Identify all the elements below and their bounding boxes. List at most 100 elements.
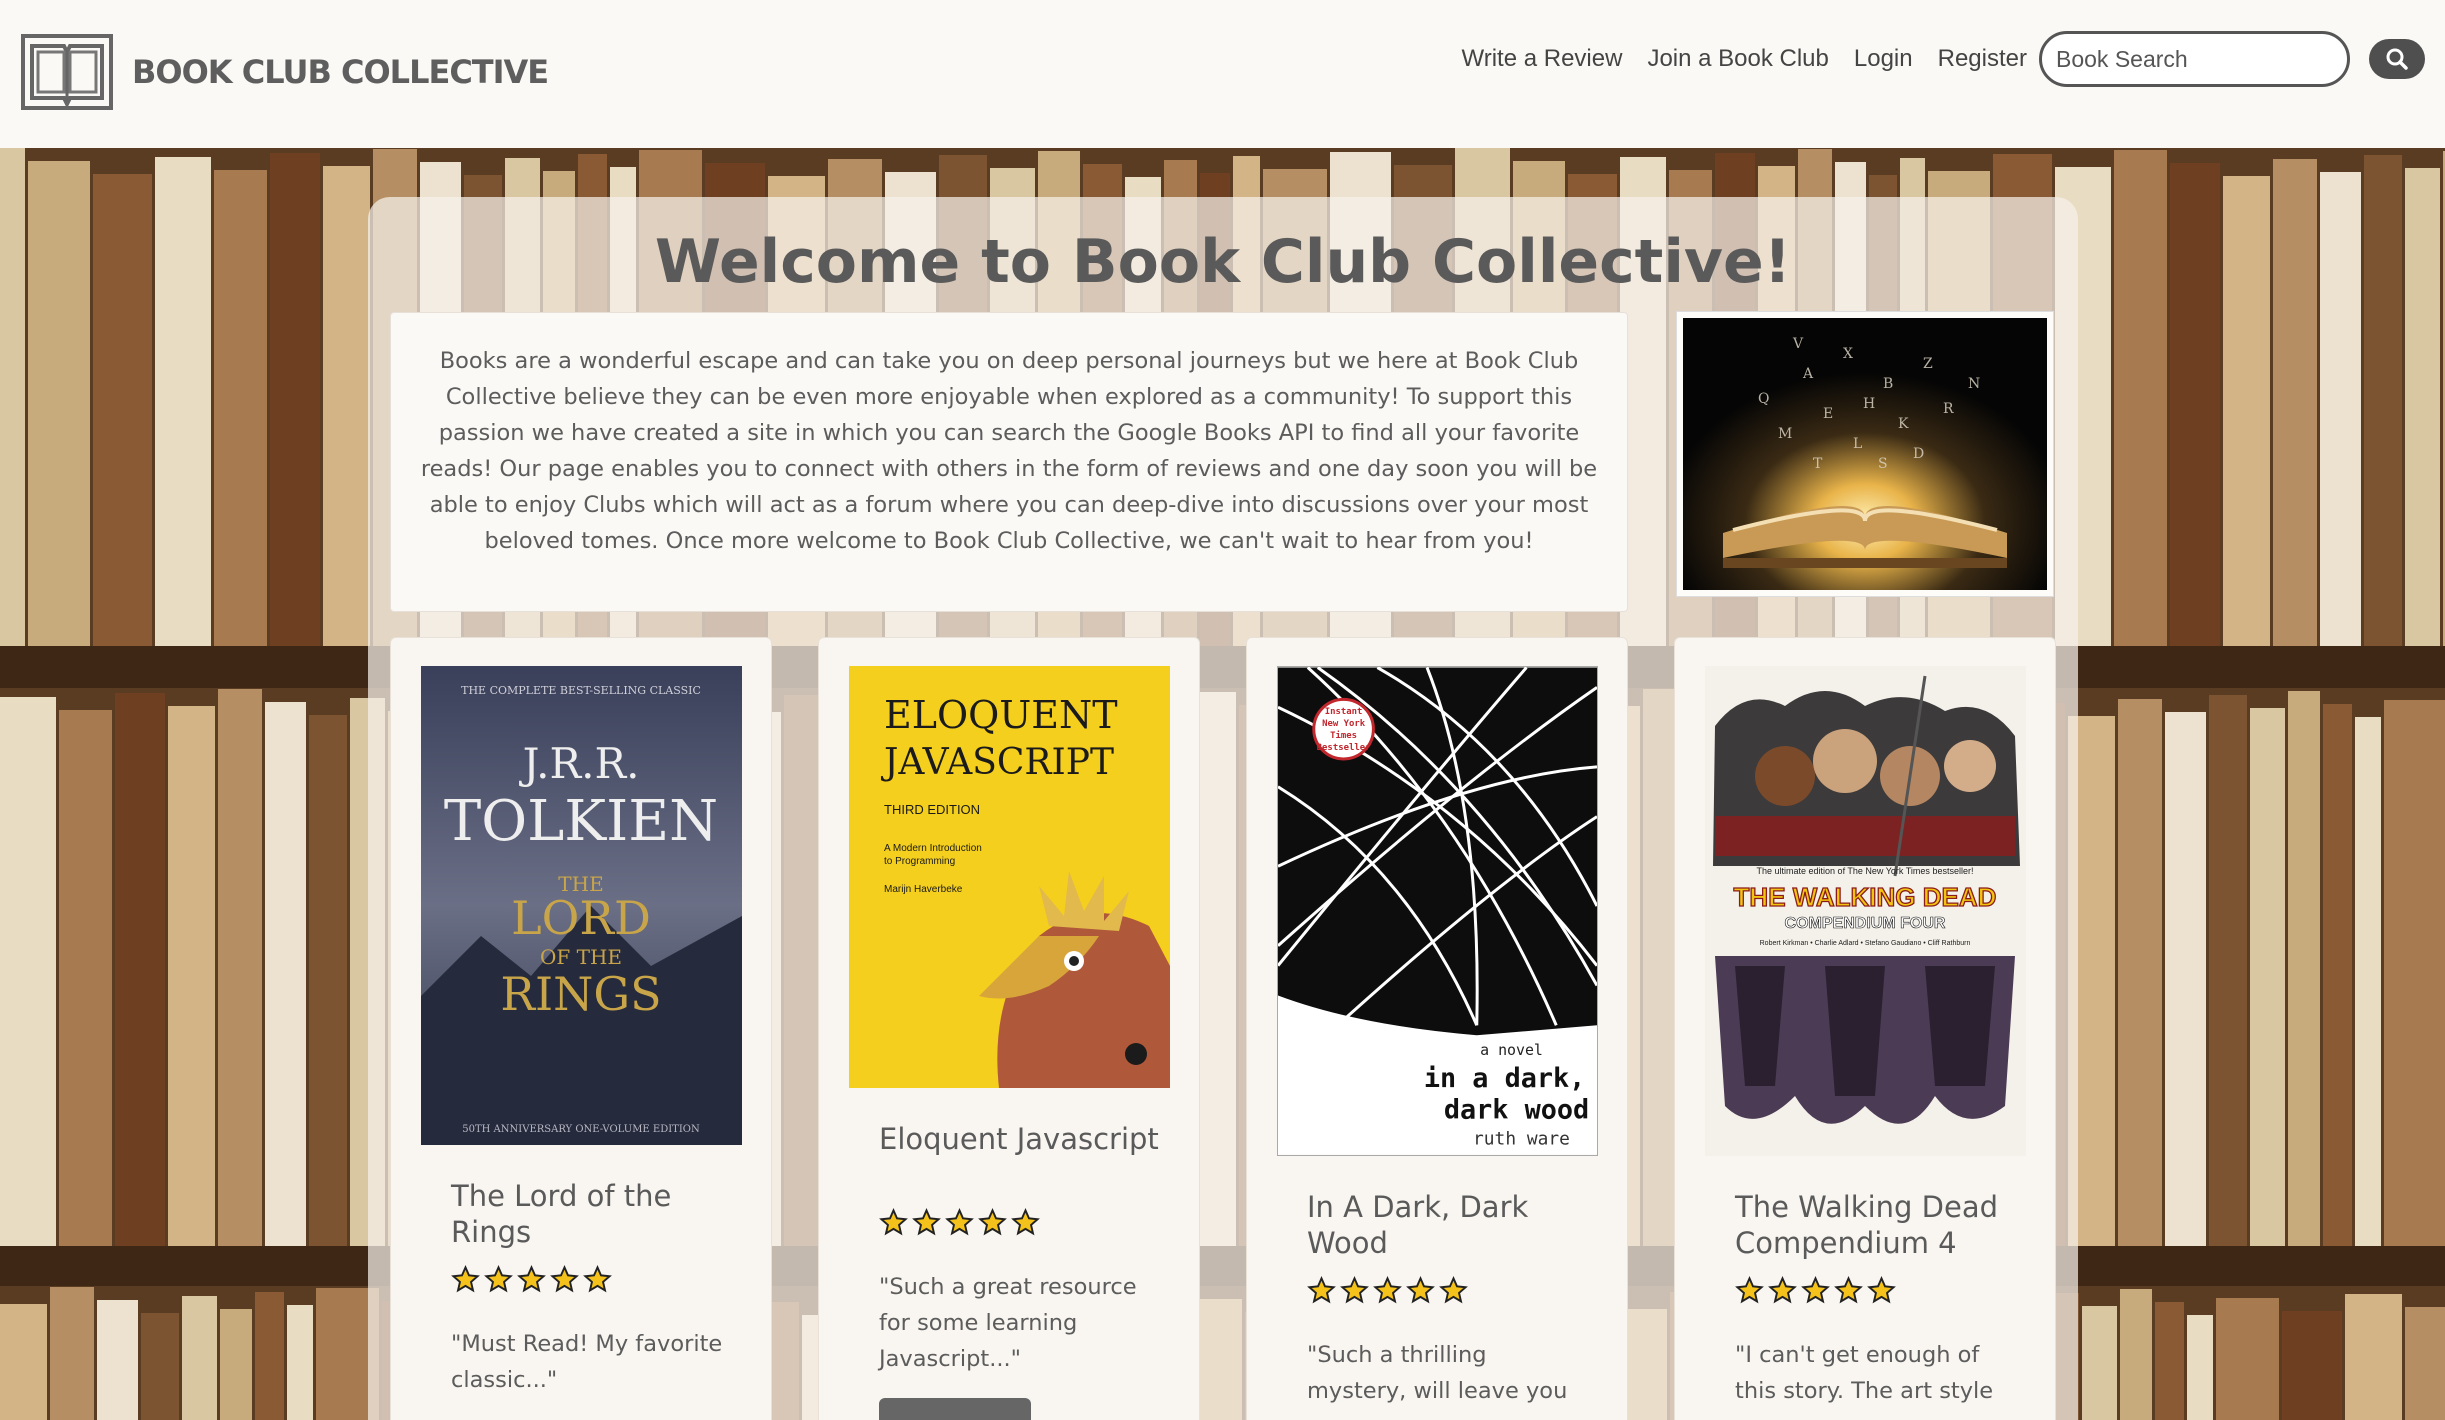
welcome-heading: Welcome to Book Club Collective! (654, 227, 1792, 297)
open-book-image: A X B Z E H K M R L T D Q N S V (1676, 311, 2054, 597)
star-icon (550, 1265, 579, 1293)
star-icon (1307, 1276, 1336, 1304)
star-icon (451, 1265, 480, 1293)
book-search-input[interactable] (2039, 31, 2350, 87)
cover-line: to Programming (884, 856, 955, 867)
star-icon (583, 1265, 612, 1293)
svg-text:H: H (1863, 396, 1875, 412)
nav-register[interactable]: Register (1938, 45, 2027, 73)
svg-text:V: V (1792, 336, 1804, 352)
svg-text:R: R (1943, 401, 1954, 417)
book-card-lotr[interactable]: THE COMPLETE BEST-SELLING CLASSIC J.R.R.… (390, 637, 772, 1420)
svg-text:E: E (1823, 406, 1833, 422)
review-quote: "Such a thrilling mystery, will leave yo… (1307, 1342, 1568, 1404)
open-book-letters-illustration: A X B Z E H K M R L T D Q N S V (1683, 318, 2047, 590)
cover-line: THIRD EDITION (884, 802, 980, 817)
book-cover-eloquent-js[interactable]: ELOQUENT JAVASCRIPT THIRD EDITION A Mode… (849, 666, 1170, 1088)
svg-text:A: A (1802, 366, 1814, 382)
star-icon (1439, 1276, 1468, 1304)
cover-line: The ultimate edition of The New York Tim… (1757, 866, 1974, 876)
review-quote: "Must Read! My favorite classic..." (451, 1331, 723, 1393)
search-icon (2386, 48, 2408, 70)
cover-line: 50TH ANNIVERSARY ONE-VOLUME EDITION (462, 1124, 700, 1135)
svg-text:K: K (1898, 416, 1909, 432)
cover-line: JAVASCRIPT (880, 742, 1114, 783)
intro-text: Books are a wonderful escape and can tak… (420, 348, 1598, 554)
star-icon (1373, 1276, 1402, 1304)
cover-line: LORD (511, 891, 651, 945)
svg-text:N: N (1968, 376, 1980, 392)
cover-line: COMPENDIUM FOUR (1785, 915, 1946, 932)
cover-line: Marijn Haverbeke (884, 884, 963, 895)
book-cover-dark-wood[interactable]: Instant New York Times Bestseller a nove… (1277, 666, 1598, 1156)
nav-login[interactable]: Login (1854, 45, 1913, 73)
star-icon (1735, 1276, 1764, 1304)
svg-text:M: M (1778, 426, 1792, 442)
svg-text:D: D (1913, 446, 1924, 462)
svg-text:L: L (1853, 436, 1862, 452)
cover-line: OF THE (540, 945, 622, 969)
review-quote: "Such a great resource for some learning… (879, 1274, 1137, 1372)
svg-text:X: X (1843, 346, 1853, 362)
book-cover-lotr[interactable]: THE COMPLETE BEST-SELLING CLASSIC J.R.R.… (421, 666, 742, 1145)
star-rating (1307, 1276, 1468, 1305)
star-icon (1867, 1276, 1896, 1304)
hero-background: Welcome to Book Club Collective! Books a… (0, 148, 2445, 1420)
star-icon (1768, 1276, 1797, 1304)
top-navbar: BOOK CLUB COLLECTIVE Write a Review Join… (0, 0, 2445, 148)
star-icon (1406, 1276, 1435, 1304)
book-logo-icon (21, 34, 113, 110)
star-icon (1340, 1276, 1369, 1304)
cover-line: THE WALKING DEAD (1734, 882, 1997, 912)
book-title[interactable]: The Lord of the Rings (451, 1178, 731, 1250)
brand[interactable]: BOOK CLUB COLLECTIVE (20, 28, 549, 116)
svg-text:B: B (1883, 376, 1893, 392)
cover-line: Times (1330, 730, 1357, 741)
star-icon (879, 1208, 908, 1236)
cover-line: ruth ware (1473, 1129, 1570, 1150)
svg-text:Q: Q (1758, 391, 1769, 407)
cover-line: A Modern Introduction (884, 843, 982, 854)
cover-line: in a dark, (1424, 1063, 1586, 1094)
book-card-walking-dead[interactable]: The ultimate edition of The New York Tim… (1674, 637, 2056, 1420)
read-more-button[interactable] (879, 1398, 1031, 1420)
star-icon (484, 1265, 513, 1293)
book-title[interactable]: Eloquent Javascript (879, 1121, 1159, 1157)
svg-text:T: T (1813, 456, 1823, 472)
star-icon (517, 1265, 546, 1293)
star-rating (879, 1208, 1040, 1237)
cover-line: Instant (1325, 707, 1363, 717)
intro-card: Books are a wonderful escape and can tak… (390, 312, 1628, 612)
cover-line: TOLKIEN (444, 789, 718, 854)
cover-line: dark wood (1444, 1095, 1589, 1126)
star-icon (912, 1208, 941, 1236)
svg-text:S: S (1878, 456, 1888, 472)
book-card-dark-wood[interactable]: Instant New York Times Bestseller a nove… (1246, 637, 1628, 1420)
cover-line: New York (1322, 719, 1366, 729)
cover-line: Robert Kirkman • Charlie Adlard • Stefan… (1760, 940, 1971, 947)
star-icon (1834, 1276, 1863, 1304)
star-rating (1735, 1276, 1896, 1305)
main-panel: Welcome to Book Club Collective! Books a… (368, 197, 2078, 1420)
cover-line: J.R.R. (519, 739, 640, 788)
brand-name: BOOK CLUB COLLECTIVE (132, 53, 549, 91)
nav-links: Write a Review Join a Book Club Login Re… (1437, 30, 2425, 88)
search-button[interactable] (2369, 39, 2425, 79)
star-icon (1801, 1276, 1830, 1304)
book-cover-walking-dead[interactable]: The ultimate edition of The New York Tim… (1705, 666, 2026, 1156)
cover-line: ELOQUENT (884, 693, 1118, 737)
star-icon (945, 1208, 974, 1236)
book-card-eloquent-js[interactable]: ELOQUENT JAVASCRIPT THIRD EDITION A Mode… (818, 637, 1200, 1420)
svg-text:Z: Z (1923, 356, 1933, 372)
nav-join-book-club[interactable]: Join a Book Club (1647, 45, 1828, 73)
cover-line: RINGS (500, 967, 661, 1021)
cover-line: a novel (1480, 1041, 1543, 1059)
book-title[interactable]: The Walking Dead Compendium 4 (1735, 1189, 2015, 1261)
nav-write-review[interactable]: Write a Review (1462, 45, 1623, 73)
star-rating (451, 1265, 612, 1294)
review-quote: "I can't get enough of this story. The a… (1735, 1342, 1994, 1404)
cover-line: Bestseller (1317, 743, 1371, 753)
star-icon (978, 1208, 1007, 1236)
star-icon (1011, 1208, 1040, 1236)
book-title[interactable]: In A Dark, Dark Wood (1307, 1189, 1587, 1261)
